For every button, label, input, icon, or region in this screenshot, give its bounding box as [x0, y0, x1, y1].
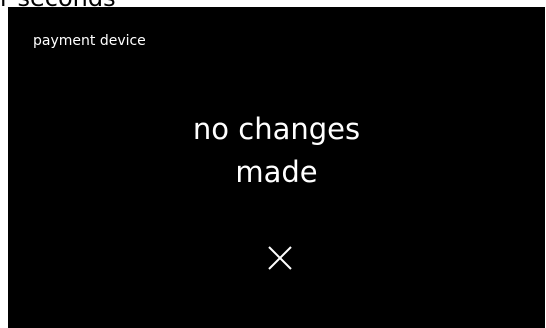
status-message-line-1: no changes: [192, 112, 361, 146]
device-screen: payment device no changes made: [8, 7, 545, 328]
close-icon: [268, 246, 292, 270]
close-button[interactable]: [260, 238, 300, 278]
status-message: no changes made: [8, 108, 545, 194]
status-message-line-2: made: [235, 155, 318, 189]
screen-title: payment device: [33, 33, 146, 49]
